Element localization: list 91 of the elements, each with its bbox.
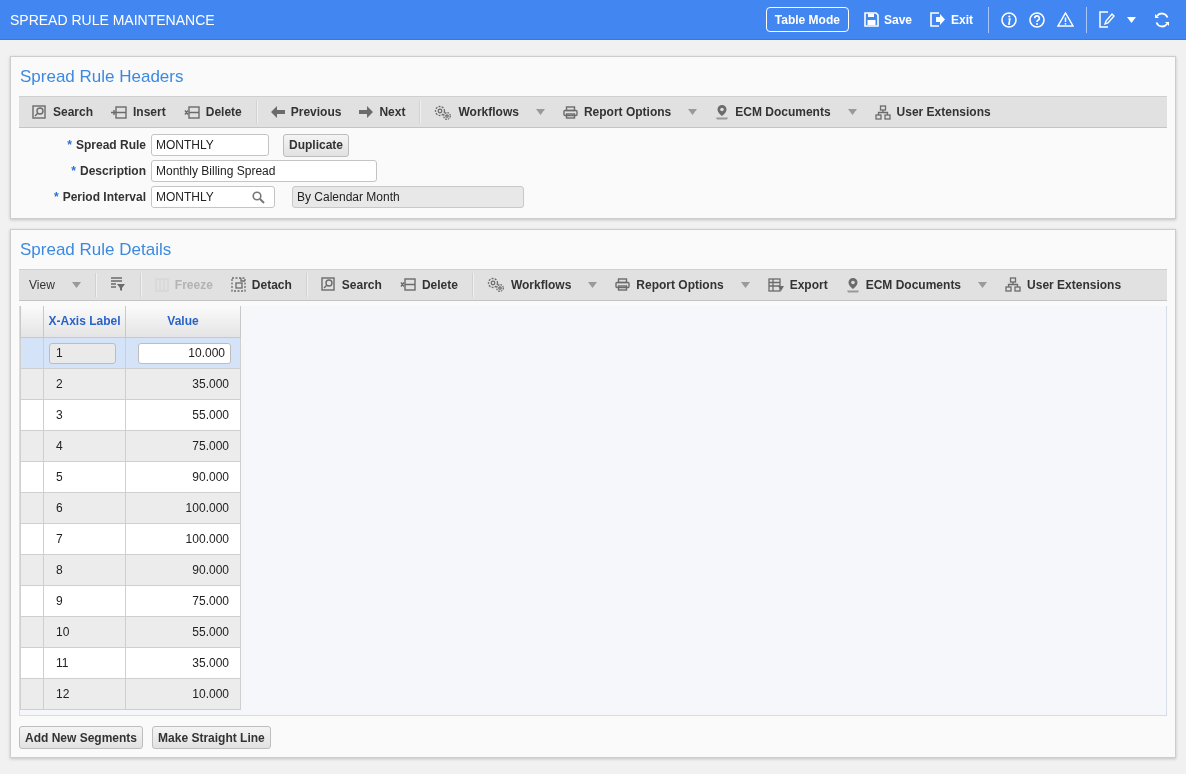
table-cell: 7 (56, 532, 63, 547)
report-options-button[interactable]: Report Options (606, 272, 733, 297)
field-label: Description (80, 164, 146, 178)
location-pin-icon (845, 276, 860, 293)
exit-button[interactable]: Exit (921, 12, 982, 27)
view-menu-button[interactable]: View (23, 272, 64, 297)
table-cell: 6 (56, 501, 63, 516)
insert-button[interactable]: Insert (102, 100, 175, 124)
field-label: Period Interval (62, 190, 146, 204)
table-cell: 10 (56, 625, 70, 640)
row-header-corner (20, 305, 44, 338)
table-cell: 2 (56, 377, 63, 392)
detach-icon (230, 277, 246, 293)
required-mark: * (53, 190, 59, 204)
search-icon (320, 277, 336, 293)
x-axis-label-field[interactable]: 1 (49, 342, 116, 364)
value-field[interactable]: 10.000 (138, 342, 231, 364)
column-header[interactable]: Value (125, 305, 241, 338)
description-field[interactable]: Monthly Billing Spread (151, 160, 377, 182)
hierarchy-icon (1005, 277, 1022, 293)
delete-button[interactable]: Delete (390, 272, 467, 297)
table-cell: 3 (56, 408, 63, 423)
table-cell: 5 (56, 470, 63, 485)
search-icon[interactable] (252, 190, 265, 204)
add-new-segments-button[interactable]: Add New Segments (19, 726, 144, 749)
search-icon (32, 104, 47, 120)
period-description-field: By Calendar Month (292, 186, 524, 208)
location-pin-icon (715, 104, 730, 120)
ecm-documents-button[interactable]: ECM Documents (706, 100, 840, 124)
table-cell: 100.000 (185, 501, 229, 516)
table-cell: 90.000 (192, 563, 229, 578)
duplicate-button[interactable]: Duplicate (283, 133, 349, 157)
table-cell: 100.000 (185, 532, 229, 547)
search-button[interactable]: Search (23, 100, 103, 124)
table-cell: 12 (56, 687, 70, 702)
spread-rule-field[interactable]: MONTHLY (151, 134, 269, 156)
help-icon[interactable] (1029, 11, 1045, 28)
table-cell: 8 (56, 563, 63, 578)
printer-icon (615, 278, 631, 292)
detach-button[interactable]: Detach (221, 272, 301, 297)
required-mark: * (67, 138, 72, 152)
gears-icon (434, 104, 453, 120)
printer-icon (562, 105, 578, 119)
table-cell: 75.000 (192, 439, 229, 454)
ecm-documents-button[interactable]: ECM Documents (836, 272, 971, 297)
panel-title: Spread Rule Headers (19, 66, 184, 88)
refresh-icon[interactable] (1154, 11, 1170, 28)
table-cell: 35.000 (192, 377, 229, 392)
left-arrow-icon (270, 106, 285, 118)
table-cell: 4 (56, 439, 63, 454)
delete-row-icon (183, 105, 200, 119)
search-button[interactable]: Search (311, 272, 391, 297)
window-title: SPREAD RULE MAINTENANCE (10, 11, 216, 28)
right-arrow-icon (359, 106, 374, 118)
caret-icon[interactable] (1127, 16, 1136, 23)
save-icon (863, 12, 879, 27)
period-interval-field[interactable]: MONTHLY (151, 186, 275, 208)
report-options-button[interactable]: Report Options (553, 100, 681, 124)
export-button[interactable]: Export (758, 272, 837, 297)
table-cell: 10.000 (192, 687, 229, 702)
table-cell: 9 (56, 594, 63, 609)
panel-title: Spread Rule Details (19, 239, 173, 261)
table-cell: 11 (56, 656, 69, 671)
gears-icon (486, 277, 505, 293)
save-button[interactable]: Save (854, 12, 921, 27)
table-export-icon (767, 277, 784, 292)
workflows-button[interactable]: Workflows (477, 272, 581, 297)
previous-button[interactable]: Previous (261, 100, 351, 124)
table-cell: 35.000 (192, 656, 229, 671)
user-extensions-button[interactable]: User Extensions (865, 100, 1000, 124)
hierarchy-icon (874, 104, 891, 120)
table-cell: 55.000 (192, 408, 229, 423)
delete-button[interactable]: Delete (174, 100, 251, 124)
table-cell: 90.000 (192, 470, 229, 485)
exit-icon (930, 12, 946, 27)
next-button[interactable]: Next (350, 100, 415, 124)
required-mark: * (71, 164, 76, 178)
table-cell: 75.000 (192, 594, 229, 609)
insert-row-icon (111, 105, 128, 119)
user-extensions-button[interactable]: User Extensions (996, 272, 1131, 297)
info-icon[interactable] (1001, 11, 1017, 28)
workflows-button[interactable]: Workflows (425, 100, 528, 124)
field-label: Spread Rule (75, 138, 146, 152)
delete-row-icon (399, 278, 416, 292)
filter-icon (109, 277, 126, 293)
table-cell: 55.000 (192, 625, 229, 640)
make-straight-line-button[interactable]: Make Straight Line (152, 726, 271, 749)
warning-icon[interactable] (1057, 12, 1074, 27)
edit-icon[interactable] (1099, 11, 1115, 28)
table-mode-button[interactable]: Table Mode (765, 7, 849, 32)
column-header[interactable]: X-Axis Label (43, 305, 126, 338)
